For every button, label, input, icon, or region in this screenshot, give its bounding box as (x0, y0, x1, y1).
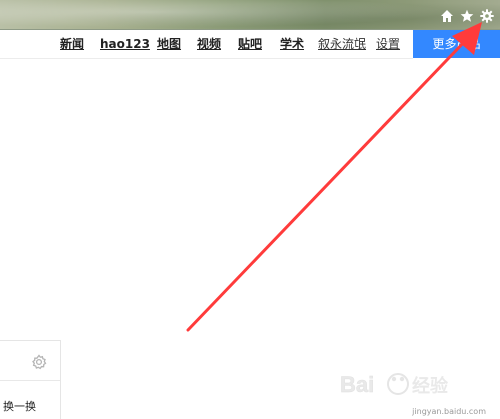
theme-background (0, 0, 500, 30)
browser-toolbar (0, 0, 500, 30)
nav-link-video[interactable]: 视频 (197, 37, 221, 51)
svg-text:经验: 经验 (412, 375, 449, 397)
watermark-url: jingyan.baidu.com (412, 407, 486, 416)
gear-icon[interactable] (480, 9, 494, 23)
refresh-link[interactable]: 换一换 (3, 398, 36, 414)
nav-link-tieba[interactable]: 贴吧 (238, 37, 262, 51)
annotation-arrow (186, 22, 482, 332)
panel-divider (0, 380, 60, 381)
nav-link-username[interactable]: 叙永流氓 (318, 37, 366, 51)
svg-text:Bai: Bai (340, 372, 374, 397)
side-panel: 换一换 (0, 340, 61, 419)
nav-link-academic[interactable]: 学术 (280, 37, 304, 51)
gear-icon[interactable] (31, 354, 47, 370)
nav-link-hao123[interactable]: hao123 (100, 37, 150, 51)
watermark-logo: Bai 经验 (340, 372, 449, 398)
nav-link-news[interactable]: 新闻 (60, 37, 84, 51)
browser-icons (440, 9, 494, 23)
nav-link-map[interactable]: 地图 (157, 37, 181, 51)
home-icon[interactable] (440, 9, 454, 23)
nav-divider (0, 58, 413, 59)
star-icon[interactable] (460, 9, 474, 23)
nav-link-settings[interactable]: 设置 (376, 37, 400, 51)
more-products-button[interactable]: 更多产品 (413, 30, 500, 58)
